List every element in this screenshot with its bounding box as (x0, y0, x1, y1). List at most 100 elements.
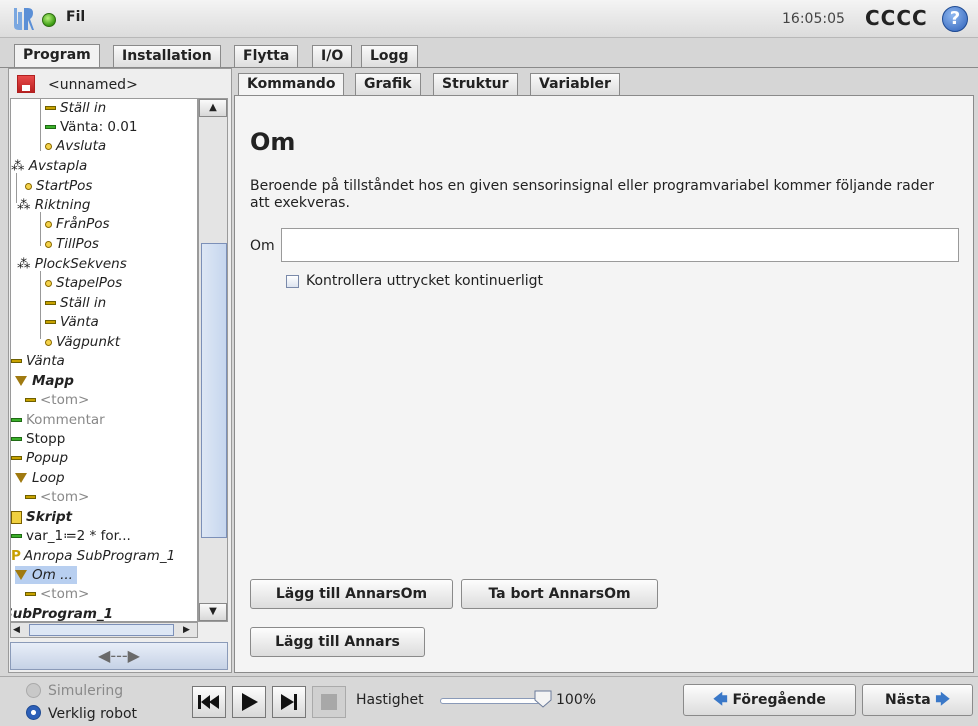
bar-icon (45, 106, 56, 110)
waypoint-icon (25, 182, 32, 190)
tab-io[interactable]: I/O (312, 45, 353, 67)
arrow-right-icon: 🡆 (935, 692, 950, 708)
simulation-radio[interactable] (26, 683, 41, 698)
real-robot-label: Verklig robot (48, 706, 138, 722)
speed-slider[interactable] (440, 698, 540, 704)
bar-icon (11, 418, 22, 422)
tree-node[interactable]: Stopp (11, 430, 65, 448)
tree-node[interactable]: Loop (15, 469, 65, 487)
tree-node[interactable]: <tom> (25, 391, 89, 409)
command-description: Beroende på tillståndet hos en given sen… (250, 178, 934, 211)
loop-icon (15, 473, 27, 483)
remove-elseif-button[interactable]: Ta bort AnnarsOm (461, 579, 658, 609)
bar-icon (45, 301, 56, 305)
tree-node[interactable]: SubProgram_1 (11, 605, 113, 621)
direction-icon: ⁂ (17, 197, 35, 213)
play-icon (242, 693, 258, 711)
hscroll-thumb[interactable] (29, 624, 174, 636)
bar-icon (11, 359, 22, 363)
next-button[interactable]: Nästa 🡆 (862, 684, 973, 716)
stop-button[interactable] (312, 686, 346, 718)
tree-node[interactable]: <tom> (25, 488, 89, 506)
tree-node[interactable]: Skript (11, 508, 72, 526)
palletize-icon: ⁂ (11, 158, 29, 174)
call-icon: P (11, 548, 21, 564)
save-icon[interactable] (17, 75, 35, 93)
tree-node-selected[interactable]: Om ... (15, 566, 77, 584)
scroll-right-button[interactable]: ▶ (183, 624, 195, 636)
tree-node[interactable]: Vägpunkt (45, 333, 120, 351)
if-label: Om (250, 238, 275, 254)
bar-icon (11, 437, 22, 441)
tree-node[interactable]: StapelPos (45, 274, 122, 292)
continuous-check-checkbox[interactable] (286, 275, 299, 288)
tab-graphics[interactable]: Grafik (355, 73, 421, 95)
tree-node[interactable]: StartPos (25, 177, 92, 195)
tab-variables[interactable]: Variabler (530, 73, 620, 95)
program-name: <unnamed> (48, 77, 138, 93)
scroll-up-button[interactable]: ▲ (199, 99, 227, 117)
tree-node[interactable]: Popup (11, 449, 68, 467)
file-menu[interactable]: Fil (66, 9, 85, 25)
waypoint-icon (45, 338, 52, 346)
scroll-thumb[interactable] (201, 243, 227, 538)
script-icon (11, 510, 22, 524)
tree-node[interactable]: Vänta (11, 352, 65, 370)
if-icon (15, 570, 27, 580)
tree-node[interactable]: Vänta (45, 313, 99, 331)
tree-node[interactable]: Ställ in (45, 99, 106, 117)
waypoint-icon (45, 220, 52, 228)
tree-node[interactable]: ⁂ Avstapla (11, 157, 87, 175)
tree-node[interactable]: var_1≔2 * for... (11, 527, 131, 545)
tree-node[interactable]: ⁂ Riktning (17, 196, 90, 214)
previous-button[interactable]: 🡄 Föregående (683, 684, 856, 716)
bar-icon (25, 398, 36, 402)
tree-node[interactable]: Kommentar (11, 411, 105, 429)
real-robot-radio[interactable] (26, 705, 41, 720)
tree-nav-arrows[interactable]: ◀---▶ (10, 642, 228, 670)
power-status-icon[interactable] (42, 13, 56, 27)
speed-slider-knob[interactable] (534, 690, 552, 708)
tab-program[interactable]: Program (14, 44, 100, 68)
step-icon (281, 694, 297, 710)
add-elseif-button[interactable]: Lägg till AnnarsOm (250, 579, 453, 609)
bar-icon (25, 495, 36, 499)
tree-node[interactable]: ⁂ PlockSekvens (17, 255, 127, 273)
stop-icon (321, 694, 337, 710)
tree-node[interactable]: Ställ in (45, 294, 106, 312)
speed-value: 100% (556, 692, 597, 708)
tree-node[interactable]: P Anropa SubProgram_1 (11, 547, 175, 565)
continuous-check-label: Kontrollera uttrycket kontinuerligt (306, 273, 544, 289)
rewind-button[interactable] (192, 686, 226, 718)
tree-node[interactable]: Vänta: 0.01 (45, 118, 137, 136)
waypoint-icon (45, 279, 52, 287)
tree-hscrollbar[interactable]: ◀ ▶ (10, 622, 198, 638)
step-button[interactable] (272, 686, 306, 718)
tab-move[interactable]: Flytta (234, 45, 299, 67)
rewind-icon (198, 695, 219, 709)
simulation-label: Simulering (48, 683, 124, 699)
scroll-left-button[interactable]: ◀ (13, 624, 25, 636)
robot-name: CCCC (865, 6, 928, 30)
folder-icon (15, 376, 27, 386)
tree-node[interactable]: FrånPos (45, 215, 110, 233)
add-else-button[interactable]: Lägg till Annars (250, 627, 425, 657)
play-button[interactable] (232, 686, 266, 718)
tree-node[interactable]: Avsluta (45, 137, 106, 155)
tree-node[interactable]: TillPos (45, 235, 99, 253)
scroll-down-button[interactable]: ▼ (199, 603, 227, 621)
clock: 16:05:05 (782, 11, 845, 27)
command-title: Om (250, 128, 296, 156)
if-expression-input[interactable] (281, 228, 959, 262)
tab-log[interactable]: Logg (361, 45, 418, 67)
arrow-left-icon: 🡄 (713, 692, 728, 708)
help-icon[interactable]: ? (942, 6, 968, 32)
tab-structure[interactable]: Struktur (433, 73, 518, 95)
ur-logo-icon (14, 8, 34, 30)
tree-node[interactable]: Mapp (15, 372, 74, 390)
tab-command[interactable]: Kommando (238, 73, 345, 95)
tab-installation[interactable]: Installation (113, 45, 221, 67)
sequence-icon: ⁂ (17, 256, 35, 272)
tree-node[interactable]: <tom> (25, 585, 89, 603)
bar-icon (25, 592, 36, 596)
